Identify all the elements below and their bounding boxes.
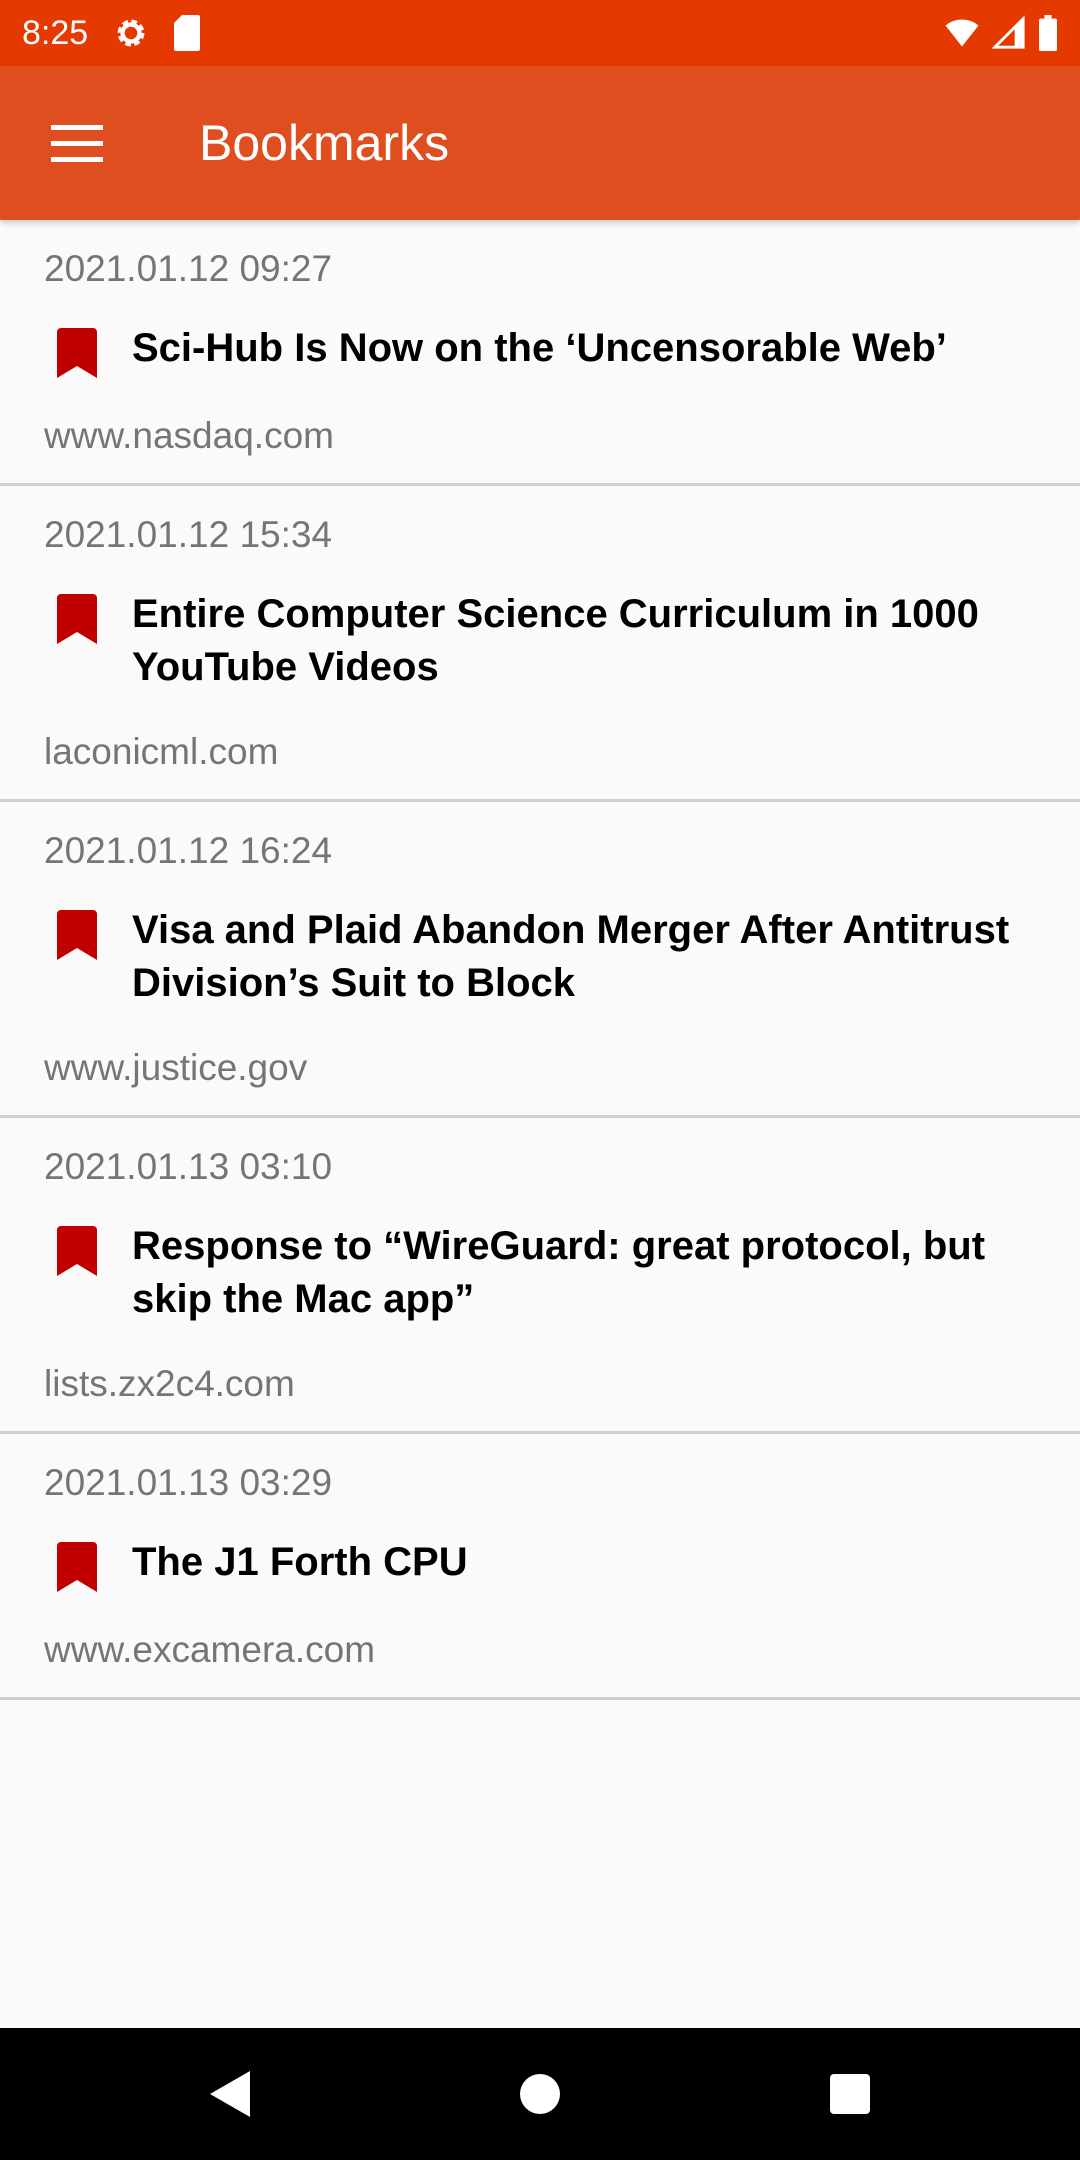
bookmark-url: www.nasdaq.com <box>44 415 334 456</box>
hamburger-menu-icon[interactable] <box>51 124 103 162</box>
bookmark-icon <box>57 1542 97 1592</box>
bookmark-title: Sci-Hub Is Now on the ‘Uncensorable Web’ <box>132 326 947 370</box>
navigation-bar <box>0 2028 1080 2160</box>
recents-icon <box>830 2074 870 2114</box>
back-icon <box>210 2071 250 2117</box>
battery-icon <box>1039 15 1057 51</box>
bookmark-item[interactable]: 2021.01.12 15:34 Entire Computer Science… <box>0 486 1080 802</box>
bookmark-title: Visa and Plaid Abandon Merger After Anti… <box>132 908 1010 1005</box>
bookmark-icon <box>57 1226 97 1276</box>
status-bar: 8:25 <box>0 0 1080 66</box>
bookmark-list: 2021.01.12 09:27 Sci-Hub Is Now on the ‘… <box>0 220 1080 1700</box>
wifi-icon <box>945 19 979 47</box>
bookmark-date: 2021.01.12 15:34 <box>44 514 333 555</box>
bookmark-title: The J1 Forth CPU <box>132 1540 468 1584</box>
bookmark-date: 2021.01.13 03:29 <box>44 1462 333 1503</box>
bookmark-item[interactable]: 2021.01.13 03:10 Response to “WireGuard:… <box>0 1118 1080 1434</box>
bookmark-url: lists.zx2c4.com <box>44 1363 295 1404</box>
bookmark-url: www.justice.gov <box>44 1047 308 1088</box>
bookmark-title: Entire Computer Science Curriculum in 10… <box>132 592 979 689</box>
bookmark-icon <box>57 910 97 960</box>
back-button[interactable] <box>75 2071 385 2117</box>
recents-button[interactable] <box>695 2074 1005 2114</box>
home-icon <box>520 2074 560 2114</box>
bookmark-title: Response to “WireGuard: great protocol, … <box>132 1224 986 1321</box>
page-title: Bookmarks <box>199 115 450 171</box>
bookmark-item[interactable]: 2021.01.12 16:24 Visa and Plaid Abandon … <box>0 802 1080 1118</box>
bookmark-url: laconicml.com <box>44 731 279 772</box>
signal-icon <box>992 15 1025 49</box>
clock: 8:25 <box>22 13 89 52</box>
bookmark-icon <box>57 594 97 644</box>
sd-card-icon <box>174 15 201 51</box>
bookmark-date: 2021.01.13 03:10 <box>44 1146 333 1187</box>
bookmark-item[interactable]: 2021.01.12 09:27 Sci-Hub Is Now on the ‘… <box>0 220 1080 486</box>
bookmark-date: 2021.01.12 09:27 <box>44 248 333 289</box>
bookmark-date: 2021.01.12 16:24 <box>44 830 333 871</box>
home-button[interactable] <box>385 2073 695 2115</box>
bookmark-icon <box>57 328 97 378</box>
bookmark-url: www.excamera.com <box>44 1629 376 1670</box>
gear-icon <box>117 19 145 47</box>
bookmark-item[interactable]: 2021.01.13 03:29 The J1 Forth CPU www.ex… <box>0 1434 1080 1700</box>
app-toolbar: Bookmarks <box>0 66 1080 220</box>
